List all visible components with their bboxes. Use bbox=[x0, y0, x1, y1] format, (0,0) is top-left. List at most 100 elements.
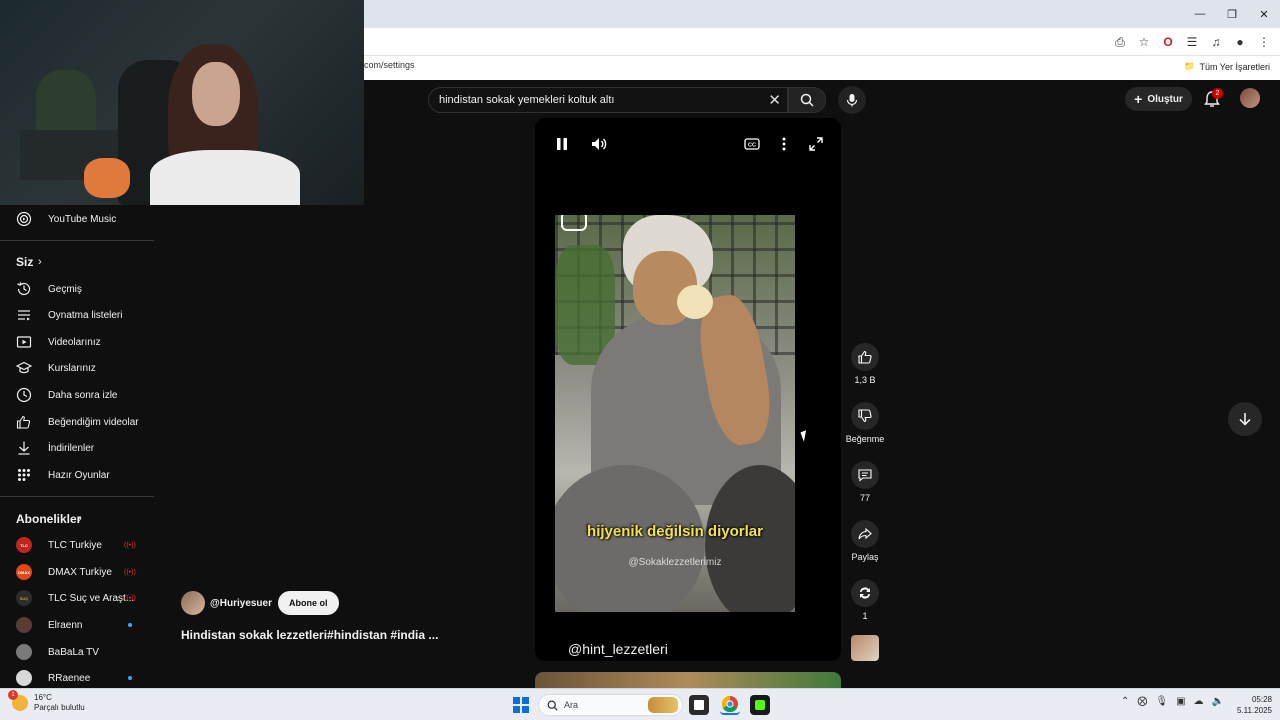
shorts-player[interactable]: CC hijyenik değilsin diyorlar @Sokaklezz… bbox=[535, 118, 841, 661]
like-button[interactable] bbox=[851, 343, 879, 371]
sidebar-item-downloads[interactable]: İndirilenler bbox=[0, 435, 154, 461]
thumbs-down-icon bbox=[858, 409, 872, 423]
channel-avatar: SUÇ bbox=[16, 590, 32, 606]
weather-widget[interactable]: 1 16°C Parçalı bulutlu bbox=[8, 690, 85, 713]
opera-extension-icon[interactable]: O bbox=[1158, 32, 1178, 52]
remix-count: 1 bbox=[862, 611, 868, 621]
channel-avatar bbox=[16, 644, 32, 660]
author-avatar[interactable] bbox=[181, 591, 205, 615]
more-options-icon[interactable] bbox=[774, 134, 794, 154]
history-icon bbox=[16, 281, 32, 297]
channel-avatar bbox=[16, 670, 32, 686]
clock-time: 05:28 bbox=[1251, 695, 1272, 704]
live-icon: ((•)) bbox=[124, 594, 136, 602]
voice-search-button[interactable] bbox=[838, 86, 866, 114]
next-short-preview[interactable] bbox=[535, 672, 841, 688]
profile-icon[interactable]: ● bbox=[1230, 32, 1250, 52]
comments-button[interactable] bbox=[851, 461, 879, 489]
search-input[interactable]: hindistan sokak yemekleri koltuk altı ✕ bbox=[428, 87, 788, 113]
captions-icon[interactable]: CC bbox=[742, 134, 762, 154]
sidebar-item-courses[interactable]: Kurslarınız bbox=[0, 355, 154, 381]
youtube-music-icon bbox=[16, 211, 32, 227]
sidebar-item-liked-videos[interactable]: Beğendiğim videolar bbox=[0, 409, 154, 435]
create-label: Oluştur bbox=[1147, 93, 1183, 105]
menu-icon[interactable]: ⋮ bbox=[1254, 32, 1274, 52]
media-control-icon[interactable]: ♫ bbox=[1206, 32, 1226, 52]
account-avatar[interactable] bbox=[1240, 88, 1260, 108]
sidebar-subscriptions-heading[interactable]: Abonelikler › bbox=[0, 506, 154, 532]
weather-description: Parçalı bulutlu bbox=[34, 703, 85, 712]
temperature: 16°C bbox=[34, 693, 52, 702]
sidebar-item-subscription[interactable]: TLC TLC Turkiye ((•)) bbox=[0, 532, 154, 558]
create-button[interactable]: + Oluştur bbox=[1125, 87, 1192, 111]
clear-search-icon[interactable]: ✕ bbox=[768, 91, 781, 109]
like-count: 1,3 B bbox=[854, 375, 876, 385]
chevron-up-icon[interactable]: ⌃ bbox=[1121, 696, 1129, 707]
search-button[interactable] bbox=[788, 87, 826, 113]
clock[interactable]: 05:28 5.11.2025 bbox=[1237, 694, 1272, 716]
sidebar-you-heading[interactable]: Siz › bbox=[0, 249, 154, 275]
weather-text: 16°C Parçalı bulutlu bbox=[34, 693, 85, 713]
star-icon[interactable]: ☆ bbox=[1134, 32, 1154, 52]
sidebar-item-subscription[interactable]: DMAX DMAX Turkiye ((•)) bbox=[0, 559, 154, 585]
video-watermark: @Sokaklezzetlerimiz bbox=[628, 557, 722, 568]
taskbar-search[interactable]: Ara bbox=[538, 694, 683, 716]
sidebar-item-youtube-music[interactable]: YouTube Music bbox=[0, 206, 154, 232]
sidebar-item-watch-later[interactable]: Daha sonra izle bbox=[0, 382, 154, 408]
task-view-icon[interactable] bbox=[689, 695, 709, 715]
sidebar-item-your-videos[interactable]: Videolarınız bbox=[0, 329, 154, 355]
video-title[interactable]: Hindistan sokak lezzetleri#hindistan #in… bbox=[181, 628, 438, 642]
extensions-icon[interactable]: ☰ bbox=[1182, 32, 1202, 52]
sound-thumbnail[interactable] bbox=[851, 635, 879, 661]
your-videos-icon bbox=[16, 334, 32, 350]
comments-action: 77 bbox=[845, 461, 885, 503]
pause-icon[interactable] bbox=[552, 134, 572, 154]
video-channel-handle: @hint_lezzetleri bbox=[568, 641, 668, 657]
download-icon bbox=[16, 440, 32, 456]
video-frame[interactable]: hijyenik değilsin diyorlar @Sokaklezzetl… bbox=[555, 215, 795, 612]
you-heading: Siz bbox=[16, 255, 34, 269]
fullscreen-icon[interactable] bbox=[806, 134, 826, 154]
sidebar-item-subscription[interactable]: BaBaLa TV bbox=[0, 639, 154, 665]
dislike-button[interactable] bbox=[851, 402, 879, 430]
streaming-app-icon[interactable] bbox=[750, 695, 770, 715]
start-button[interactable] bbox=[513, 697, 529, 713]
subscribe-button[interactable]: Abone ol bbox=[278, 591, 339, 615]
chrome-icon[interactable] bbox=[720, 695, 740, 715]
sidebar-item-subscription[interactable]: Elraenn bbox=[0, 612, 154, 638]
author-row: @Huriyesuer Abone ol bbox=[181, 590, 339, 616]
speaker-icon[interactable]: 🔈 bbox=[1212, 696, 1224, 707]
install-app-icon[interactable]: ⎙ bbox=[1110, 32, 1130, 52]
volume-icon[interactable] bbox=[589, 134, 609, 154]
comment-count: 77 bbox=[859, 493, 870, 503]
channel-avatar: TLC bbox=[16, 537, 32, 553]
subscriptions-heading: Abonelikler bbox=[16, 512, 82, 526]
playlist-icon bbox=[16, 307, 32, 323]
sidebar-divider bbox=[0, 240, 154, 241]
minimize-icon[interactable]: — bbox=[1184, 0, 1216, 28]
video-caption: hijyenik değilsin diyorlar bbox=[587, 523, 763, 540]
location-icon[interactable]: ⨂ bbox=[1137, 696, 1147, 707]
taskbar-search-placeholder: Ara bbox=[564, 700, 579, 710]
sidebar-item-label: RRaenee bbox=[48, 672, 91, 684]
microphone-icon[interactable]: 🎙 bbox=[1155, 696, 1168, 707]
sidebar-item-games[interactable]: Hazır Oyunlar bbox=[0, 462, 154, 488]
address-text[interactable]: com/settings bbox=[364, 60, 415, 70]
all-bookmarks[interactable]: 📁 Tüm Yer İşaretleri bbox=[1184, 61, 1270, 72]
display-icon[interactable]: ▣ bbox=[1176, 696, 1185, 707]
toolbar-icons: ⎙ ☆ O ☰ ♫ ● ⋮ bbox=[1110, 32, 1274, 52]
sidebar-item-playlists[interactable]: Oynatma listeleri bbox=[0, 302, 154, 328]
remix-button[interactable] bbox=[851, 579, 879, 607]
network-icon[interactable]: ☁ bbox=[1194, 696, 1204, 707]
sidebar-item-label: Kurslarınız bbox=[48, 362, 96, 374]
next-short-button[interactable] bbox=[1228, 402, 1262, 436]
sidebar-item-history[interactable]: Geçmiş bbox=[0, 276, 154, 302]
share-label: Paylaş bbox=[851, 552, 879, 562]
sidebar-item-label: TLC Suç ve Araşt... bbox=[48, 592, 135, 604]
close-icon[interactable]: ✕ bbox=[1248, 0, 1280, 28]
dislike-label: Beğenme bbox=[845, 434, 885, 444]
author-name[interactable]: @Huriyesuer bbox=[210, 598, 272, 609]
share-button[interactable] bbox=[851, 520, 879, 548]
restore-icon[interactable]: ❐ bbox=[1216, 0, 1248, 28]
sidebar-item-subscription[interactable]: SUÇ TLC Suç ve Araşt... ((•)) bbox=[0, 585, 154, 611]
